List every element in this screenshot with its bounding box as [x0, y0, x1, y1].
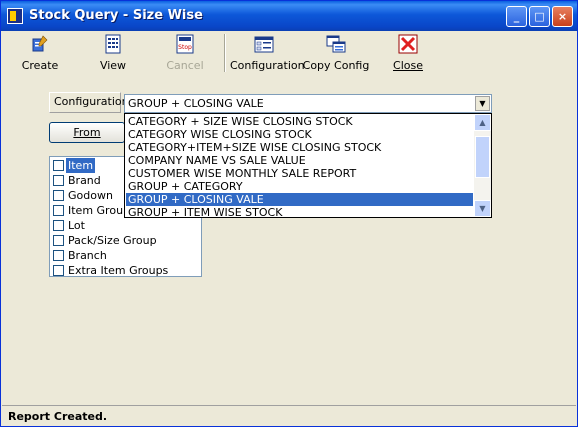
list-item-label: Godown [68, 189, 113, 202]
list-item-label: Pack/Size Group [68, 234, 157, 247]
scroll-up-icon[interactable]: ▲ [474, 114, 491, 131]
close-window-button[interactable]: × [552, 6, 573, 27]
list-item-label: Branch [68, 249, 107, 262]
configuration-selected-value: GROUP + CLOSING VALE [128, 97, 264, 110]
list-item-label: Lot [68, 219, 85, 232]
item-group-checkbox[interactable] [53, 205, 64, 216]
close-x-icon [398, 34, 418, 54]
dropdown-option[interactable]: CATEGORY + SIZE WISE CLOSING STOCK [126, 115, 473, 128]
from-button[interactable]: From [49, 122, 125, 143]
dropdown-option[interactable]: CATEGORY WISE CLOSING STOCK [126, 128, 473, 141]
view-icon [105, 34, 121, 54]
minimize-button[interactable]: _ [506, 6, 527, 27]
list-item-label: Brand [68, 174, 101, 187]
cancel-button[interactable]: Stop Cancel [160, 32, 210, 74]
toolbar-separator [224, 34, 226, 72]
maximize-button[interactable]: □ [529, 6, 550, 27]
configuration-button[interactable]: Configuration [230, 32, 305, 74]
scroll-down-icon[interactable]: ▼ [474, 200, 491, 217]
dropdown-scrollbar[interactable]: ▲ ▼ [474, 114, 491, 217]
dropdown-option[interactable]: GROUP + CATEGORY [126, 180, 473, 193]
close-label: Close [393, 59, 423, 72]
create-button[interactable]: Create [15, 32, 65, 74]
app-icon[interactable] [7, 8, 23, 24]
brand-checkbox[interactable] [53, 175, 64, 186]
window-title: Stock Query - Size Wise [29, 8, 203, 23]
list-item-label: Item [66, 158, 96, 173]
configuration-icon [254, 36, 274, 53]
cancel-icon-text: Stop [178, 44, 192, 51]
list-item-label: Item Group [68, 204, 131, 217]
godown-checkbox[interactable] [53, 190, 64, 201]
create-label: Create [21, 59, 59, 72]
dropdown-option-selected[interactable]: GROUP + CLOSING VALE [126, 193, 473, 206]
dropdown-option[interactable]: GROUP + ITEM WISE STOCK [126, 206, 473, 217]
configuration-field-label: Configuration [49, 92, 129, 113]
configuration-dropdown-list[interactable]: CATEGORY + SIZE WISE CLOSING STOCK CATEG… [124, 113, 492, 218]
chevron-down-icon[interactable]: ▼ [475, 96, 490, 111]
configuration-combobox[interactable]: GROUP + CLOSING VALE ▼ [124, 94, 492, 113]
toolbar: Create View Stop Cancel Configuration Co… [5, 32, 573, 76]
scrollbar-thumb[interactable] [475, 136, 490, 178]
copy-config-icon [326, 35, 346, 53]
item-checkbox[interactable] [53, 160, 64, 171]
title-bar[interactable]: Stock Query - Size Wise _ □ × [1, 1, 577, 31]
lot-checkbox[interactable] [53, 220, 64, 231]
create-icon [32, 35, 48, 52]
extra-item-groups-checkbox[interactable] [53, 265, 64, 276]
copy-config-button[interactable]: Copy Config [302, 32, 370, 74]
view-button[interactable]: View [88, 32, 138, 74]
dropdown-option[interactable]: CUSTOMER WISE MONTHLY SALE REPORT [126, 167, 473, 180]
stock-query-window: Stock Query - Size Wise _ □ × Create Vie… [0, 0, 578, 427]
dropdown-option[interactable]: COMPANY NAME VS SALE VALUE [126, 154, 473, 167]
status-bar: Report Created. [2, 405, 576, 426]
status-text: Report Created. [8, 410, 108, 423]
cancel-icon: Stop [176, 34, 194, 54]
cancel-label: Cancel [166, 59, 204, 72]
copy-config-label: Copy Config [302, 59, 370, 72]
list-item-label: Extra Item Groups [68, 264, 169, 277]
close-button[interactable]: Close [383, 32, 433, 74]
pack-size-group-checkbox[interactable] [53, 235, 64, 246]
dropdown-option[interactable]: CATEGORY+ITEM+SIZE WISE CLOSING STOCK [126, 141, 473, 154]
view-label: View [99, 59, 127, 72]
from-label: From [73, 126, 101, 139]
configuration-label: Configuration [230, 59, 305, 72]
branch-checkbox[interactable] [53, 250, 64, 261]
